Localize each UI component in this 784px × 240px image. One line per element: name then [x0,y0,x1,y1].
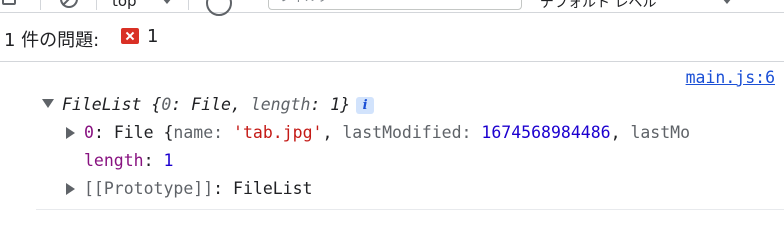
preview-type: File { [113,123,174,142]
chevron-down-icon[interactable] [162,0,172,4]
preview-key: lastMo [630,123,691,142]
colon: : [143,151,164,170]
preview-number: 1674568984486 [481,123,611,142]
console-log-entry[interactable]: FileList {0: File, length: 1} i [62,94,375,116]
toolbar-separator [96,0,97,10]
colon: : [213,123,234,142]
issues-label: 1 件の問題: [4,30,100,51]
comma: , [230,95,251,114]
property-row[interactable]: 0: File {name: 'tab.jpg', lastModified: … [84,122,690,144]
log-levels-dropdown[interactable]: デフォルト レベル [540,0,656,12]
property-key: [[Prototype]] [84,179,214,198]
brace-close: } [340,95,351,114]
property-row[interactable]: [[Prototype]]: FileList [84,178,313,200]
preview-value: 1 [330,95,341,114]
error-icon [121,28,139,44]
colon: : [93,123,114,142]
preview-key: lastModified [342,123,462,142]
property-key: 0 [84,123,94,142]
context-selector[interactable]: top [112,0,137,10]
preview-key: 0 [161,95,172,114]
colon: : [213,179,234,198]
clear-console-icon[interactable] [60,0,78,8]
property-row[interactable]: length: 1 [84,150,173,172]
filter-input[interactable] [268,0,522,10]
object-type: FileList [62,95,142,114]
colon: : [171,95,192,114]
toolbar-separator [40,0,41,10]
issues-bar[interactable]: 1 件の問題: 1 [0,12,784,62]
toolbar-separator [188,0,189,10]
info-icon[interactable]: i [356,97,375,114]
expand-triangle-icon[interactable] [66,183,75,195]
preview-key: name [173,123,214,142]
preview-value: File [191,95,231,114]
comma: , [322,123,343,142]
preview-key: length [250,95,311,114]
source-link[interactable]: main.js:6 [686,68,775,87]
preview-string: 'tab.jpg' [233,123,323,142]
issue-count: 1 [147,26,159,47]
brace-open: { [141,95,162,114]
expand-triangle-icon[interactable] [66,127,75,139]
expand-triangle-icon[interactable] [42,99,54,108]
property-value: FileList [233,179,313,198]
colon: : [310,95,331,114]
sidebar-toggle-icon[interactable] [2,0,16,5]
comma: , [610,123,631,142]
property-value: 1 [163,151,174,170]
chevron-down-icon[interactable] [722,0,732,4]
property-key: length [84,151,144,170]
colon: : [461,123,482,142]
divider [36,209,784,210]
devtools-console: top デフォルト レベル 1 件の問題: 1 main.js:6 FileLi… [0,0,784,211]
